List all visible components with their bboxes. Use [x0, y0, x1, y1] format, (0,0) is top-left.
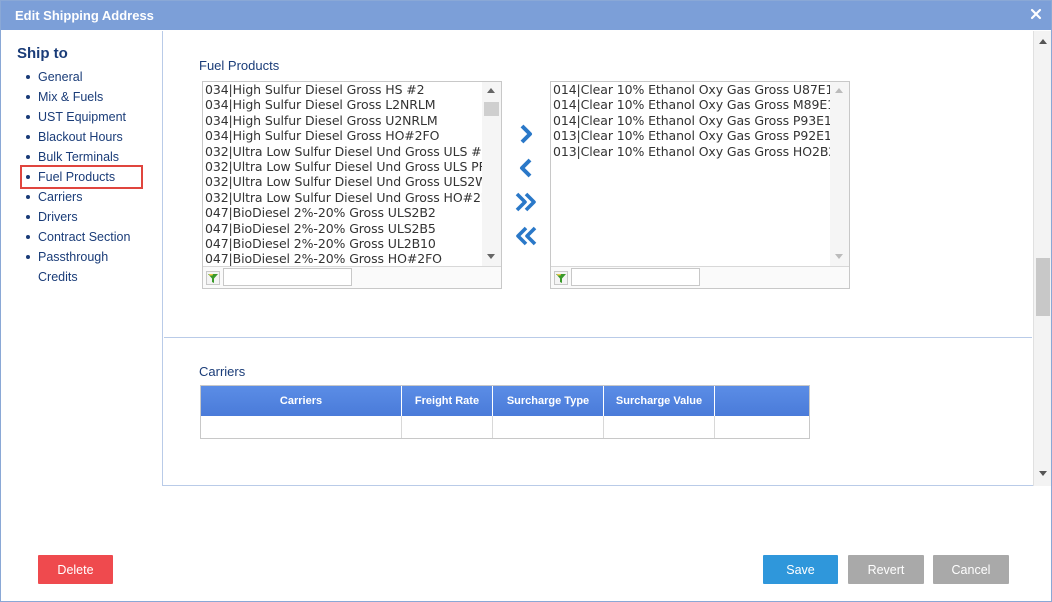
column-header-actions — [715, 386, 809, 416]
revert-button[interactable]: Revert — [848, 555, 924, 584]
list-item[interactable]: 013|Clear 10% Ethanol Oxy Gas Gross P92E… — [553, 128, 831, 143]
sidebar-item-bulk-terminals[interactable]: Bulk Terminals — [24, 147, 142, 167]
sidebar-title: Ship to — [17, 45, 68, 62]
available-list-scrollbar[interactable] — [482, 82, 501, 266]
fuel-products-label: Fuel Products — [199, 58, 280, 73]
table-cell[interactable] — [493, 416, 604, 438]
list-item[interactable]: 032|Ultra Low Sulfur Diesel Und Gross HO… — [205, 190, 483, 205]
cancel-button[interactable]: Cancel — [933, 555, 1009, 584]
passthrough-label-line2: Credits — [38, 270, 78, 284]
sidebar-nav: General Mix & Fuels UST Equipment Blacko… — [20, 67, 143, 287]
sidebar-item-general[interactable]: General — [24, 67, 142, 87]
list-scroll-thumb[interactable] — [484, 102, 499, 116]
filter-icon[interactable] — [206, 271, 220, 285]
table-row[interactable] — [201, 416, 809, 438]
list-scroll-down-icon[interactable] — [487, 254, 495, 259]
column-header-surcharge-type[interactable]: Surcharge Type — [493, 386, 604, 416]
content-scrollbar[interactable] — [1033, 31, 1051, 486]
list-item[interactable]: 032|Ultra Low Sulfur Diesel Und Gross UL… — [205, 159, 483, 174]
sidebar-item-passthrough-credits[interactable]: Passthrough Credits — [24, 247, 142, 287]
scroll-up-arrow-icon[interactable] — [1039, 39, 1047, 44]
edit-shipping-address-dialog: Edit Shipping Address Ship to General Mi… — [0, 0, 1052, 602]
carriers-grid: Carriers Freight Rate Surcharge Type Sur… — [200, 385, 810, 439]
column-header-freight-rate[interactable]: Freight Rate — [402, 386, 493, 416]
column-header-carriers[interactable]: Carriers — [201, 386, 402, 416]
list-item[interactable]: 014|Clear 10% Ethanol Oxy Gas Gross P93E… — [553, 113, 831, 128]
list-scroll-up-icon[interactable] — [487, 88, 495, 93]
table-cell[interactable] — [402, 416, 493, 438]
sidebar-item-blackout-hours[interactable]: Blackout Hours — [24, 127, 142, 147]
list-item[interactable]: 014|Clear 10% Ethanol Oxy Gas Gross M89E… — [553, 97, 831, 112]
list-item[interactable]: 013|Clear 10% Ethanol Oxy Gas Gross HO2B… — [553, 144, 831, 159]
dialog-titlebar: Edit Shipping Address — [1, 1, 1051, 30]
selected-filter-bar — [551, 266, 849, 288]
scroll-down-arrow-icon[interactable] — [1039, 471, 1047, 476]
list-item[interactable]: 034|High Sulfur Diesel Gross HO#2FO — [205, 128, 483, 143]
dialog-title: Edit Shipping Address — [15, 8, 154, 23]
close-icon[interactable] — [1029, 7, 1043, 21]
sidebar-item-fuel-products[interactable]: Fuel Products — [20, 165, 143, 189]
list-item[interactable]: 034|High Sulfur Diesel Gross HS #2 — [205, 82, 483, 97]
available-products-listbox[interactable]: 034|High Sulfur Diesel Gross HS #2 034|Hi… — [202, 81, 502, 289]
carriers-grid-header: Carriers Freight Rate Surcharge Type Sur… — [201, 386, 809, 416]
list-scroll-up-icon[interactable] — [835, 88, 843, 93]
selected-products-list[interactable]: 014|Clear 10% Ethanol Oxy Gas Gross U87E… — [553, 82, 831, 266]
carriers-label: Carriers — [199, 364, 246, 379]
sidebar: Ship to General Mix & Fuels UST Equipmen… — [2, 31, 163, 486]
sidebar-item-carriers[interactable]: Carriers — [24, 187, 142, 207]
selected-filter-input[interactable] — [571, 268, 700, 286]
list-item[interactable]: 047|BioDiesel 2%-20% Gross HO#2FO — [205, 251, 483, 266]
delete-button[interactable]: Delete — [38, 555, 113, 584]
list-item[interactable]: 034|High Sulfur Diesel Gross U2NRLM — [205, 113, 483, 128]
filter-icon[interactable] — [554, 271, 568, 285]
list-scroll-down-icon[interactable] — [835, 254, 843, 259]
list-item[interactable]: 047|BioDiesel 2%-20% Gross ULS2B5 — [205, 221, 483, 236]
sidebar-item-mix-fuels[interactable]: Mix & Fuels — [24, 87, 142, 107]
list-item[interactable]: 032|Ultra Low Sulfur Diesel Und Gross UL… — [205, 144, 483, 159]
section-divider — [164, 337, 1032, 338]
scrollbar-thumb[interactable] — [1036, 258, 1050, 316]
column-header-surcharge-value[interactable]: Surcharge Value — [604, 386, 715, 416]
table-cell[interactable] — [201, 416, 402, 438]
list-item[interactable]: 014|Clear 10% Ethanol Oxy Gas Gross U87E… — [553, 82, 831, 97]
list-item[interactable]: 034|High Sulfur Diesel Gross L2NRLM — [205, 97, 483, 112]
sidebar-item-contract-section[interactable]: Contract Section — [24, 227, 142, 247]
double-chevron-left-icon[interactable] — [513, 223, 539, 249]
available-filter-bar — [203, 266, 501, 288]
available-products-list[interactable]: 034|High Sulfur Diesel Gross HS #2 034|Hi… — [205, 82, 483, 266]
available-filter-input[interactable] — [223, 268, 352, 286]
list-item[interactable]: 047|BioDiesel 2%-20% Gross ULS2B2 — [205, 205, 483, 220]
double-chevron-right-icon[interactable] — [513, 189, 539, 215]
chevron-left-icon[interactable] — [513, 155, 539, 181]
selected-products-listbox[interactable]: 014|Clear 10% Ethanol Oxy Gas Gross U87E… — [550, 81, 850, 289]
sidebar-item-ust-equipment[interactable]: UST Equipment — [24, 107, 142, 127]
table-cell[interactable] — [604, 416, 715, 438]
list-item[interactable]: 032|Ultra Low Sulfur Diesel Und Gross UL… — [205, 174, 483, 189]
passthrough-label-line1: Passthrough — [38, 250, 109, 264]
selected-list-scrollbar[interactable] — [830, 82, 849, 266]
chevron-right-icon[interactable] — [513, 121, 539, 147]
table-cell[interactable] — [715, 416, 809, 438]
list-item[interactable]: 047|BioDiesel 2%-20% Gross UL2B10 — [205, 236, 483, 251]
sidebar-item-drivers[interactable]: Drivers — [24, 207, 142, 227]
save-button[interactable]: Save — [763, 555, 838, 584]
